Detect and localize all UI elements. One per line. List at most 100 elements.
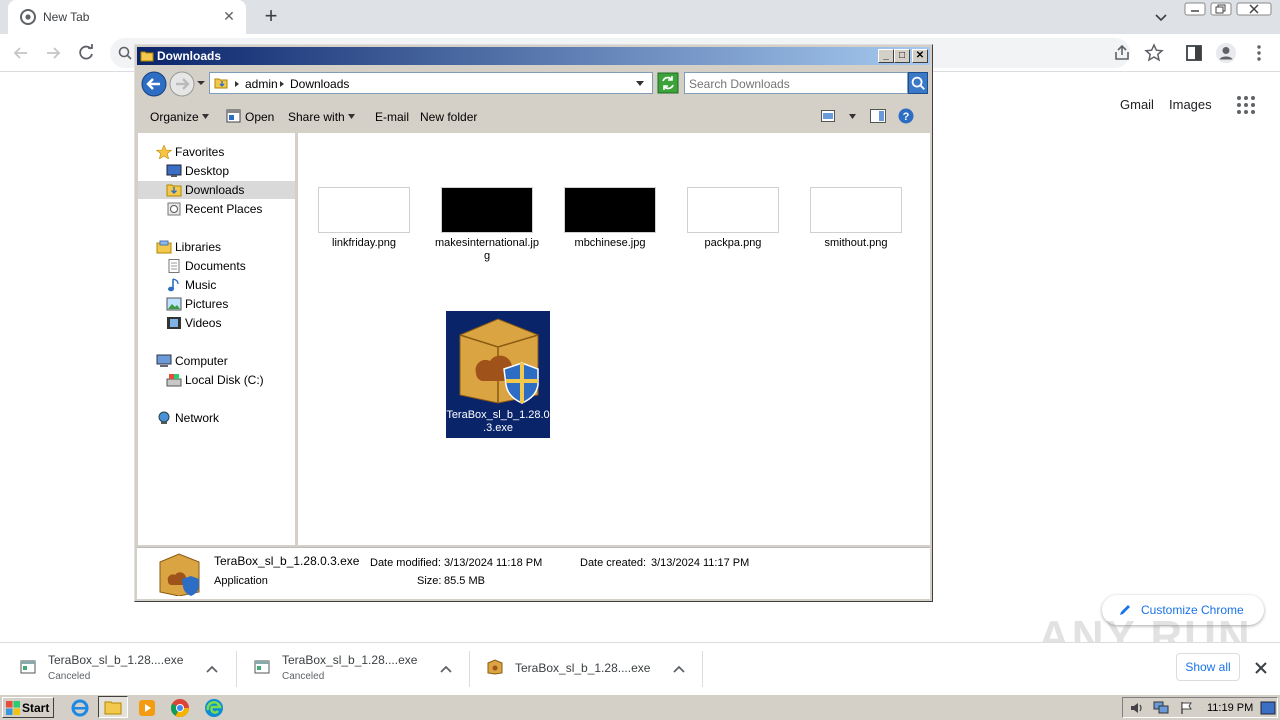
google-apps-grid-icon[interactable] — [1236, 95, 1256, 115]
file-name: TeraBox_sl_b_1.28.0.3.exe — [446, 409, 550, 434]
volume-icon[interactable] — [1129, 701, 1145, 715]
nav-network[interactable]: Network — [138, 409, 295, 427]
help-icon[interactable]: ? — [898, 108, 914, 124]
preview-pane-icon[interactable] — [870, 109, 886, 123]
search-icon[interactable] — [908, 72, 928, 94]
window-close-icon[interactable] — [1236, 2, 1272, 16]
breadcrumb-arrow-icon[interactable] — [234, 81, 240, 87]
view-options-dropdown-icon[interactable] — [849, 114, 856, 119]
nav-computer[interactable]: Computer — [138, 352, 295, 370]
nav-pictures[interactable]: Pictures — [138, 295, 295, 313]
bookmark-star-icon[interactable] — [1143, 42, 1165, 64]
reload-icon[interactable] — [75, 42, 97, 64]
tab-new-tab[interactable]: New Tab ✕ — [8, 0, 246, 34]
address-bar[interactable]: admin Downloads — [209, 72, 653, 94]
open-button[interactable]: Open — [245, 110, 274, 124]
search-downloads-input[interactable] — [689, 76, 899, 91]
chevron-up-icon[interactable] — [438, 661, 454, 677]
star-icon — [156, 145, 172, 159]
search-downloads-box[interactable] — [684, 72, 908, 94]
new-folder-button[interactable]: New folder — [420, 110, 477, 124]
organize-button[interactable]: Organize — [150, 110, 199, 124]
internet-explorer-icon[interactable] — [70, 698, 90, 718]
explorer-maximize-button[interactable]: □ — [894, 49, 910, 63]
recent-pages-dropdown-icon[interactable] — [197, 79, 205, 87]
file-name: makesinternational.jpg — [435, 237, 539, 262]
start-button[interactable]: Start — [2, 697, 54, 718]
explorer-minimize-button[interactable]: _ — [878, 49, 894, 63]
new-tab-button[interactable]: + — [258, 4, 284, 30]
tab-close-icon[interactable]: ✕ — [220, 7, 238, 25]
download-file-name: TeraBox_sl_b_1.28....exe — [48, 653, 184, 667]
chrome-icon[interactable] — [170, 698, 190, 718]
change-view-icon[interactable] — [821, 110, 835, 122]
tab-search-chevron-icon[interactable] — [1150, 6, 1172, 28]
address-dropdown-icon[interactable] — [636, 81, 644, 87]
details-created-value: 3/13/2024 11:17 PM — [651, 557, 750, 569]
nav-videos[interactable]: Videos — [138, 314, 295, 332]
explorer-window: Downloads _ □ ✕ admin Downloads Organize… — [134, 44, 933, 602]
restore-icon[interactable] — [1210, 2, 1232, 16]
nav-favorites[interactable]: Favorites — [138, 143, 295, 161]
breadcrumb-arrow-icon[interactable] — [279, 81, 285, 87]
nav-desktop[interactable]: Desktop — [138, 162, 295, 180]
forward-button-icon[interactable] — [169, 71, 195, 97]
download-item[interactable]: TeraBox_sl_b_1.28....exe — [467, 649, 697, 689]
edge-icon[interactable] — [204, 698, 224, 718]
show-all-button[interactable]: Show all — [1176, 653, 1240, 681]
file-item[interactable]: linkfriday.png — [312, 187, 416, 249]
profile-avatar-icon[interactable] — [1215, 42, 1237, 64]
taskbar-explorer-button[interactable] — [98, 696, 128, 718]
email-button[interactable]: E-mail — [375, 110, 409, 124]
organize-dropdown-icon[interactable] — [202, 114, 209, 119]
breadcrumb-downloads[interactable]: Downloads — [290, 77, 349, 91]
share-with-button[interactable]: Share with — [288, 110, 345, 124]
close-icon[interactable] — [1252, 659, 1270, 677]
nav-documents[interactable]: Documents — [138, 257, 295, 275]
show-desktop-icon[interactable] — [1260, 701, 1276, 715]
download-item[interactable]: TeraBox_sl_b_1.28....exe Canceled — [234, 649, 464, 689]
nav-label: Recent Places — [185, 202, 263, 216]
nav-downloads[interactable]: Downloads — [138, 181, 295, 199]
nav-music[interactable]: Music — [138, 276, 295, 294]
file-item[interactable]: smithout.png — [804, 187, 908, 249]
details-modified-value: 3/13/2024 11:18 PM — [444, 557, 543, 569]
explorer-title-bar[interactable]: Downloads _ □ ✕ — [137, 47, 930, 65]
side-panel-icon[interactable] — [1183, 42, 1205, 64]
file-item-terabox[interactable]: TeraBox_sl_b_1.28.0.3.exe — [446, 311, 550, 438]
nav-recent-places[interactable]: Recent Places — [138, 200, 295, 218]
file-item[interactable]: makesinternational.jpg — [435, 187, 539, 263]
download-file-name: TeraBox_sl_b_1.28....exe — [282, 653, 418, 667]
nav-label: Music — [185, 278, 217, 292]
chevron-up-icon[interactable] — [671, 661, 687, 677]
download-shelf: TeraBox_sl_b_1.28....exe Canceled TeraBo… — [0, 642, 1280, 694]
download-item[interactable]: TeraBox_sl_b_1.28....exe Canceled — [0, 649, 230, 689]
back-arrow-icon[interactable] — [10, 42, 32, 64]
network-icon — [158, 411, 170, 424]
file-item[interactable]: packpa.png — [681, 187, 785, 249]
gmail-link[interactable]: Gmail — [1120, 97, 1154, 112]
media-player-icon[interactable] — [137, 698, 157, 718]
share-with-dropdown-icon[interactable] — [348, 114, 355, 119]
window-title: Downloads — [157, 49, 222, 63]
minimize-icon[interactable] — [1184, 2, 1206, 16]
breadcrumb-admin[interactable]: admin — [245, 77, 278, 91]
chevron-up-icon[interactable] — [204, 661, 220, 677]
nav-libraries[interactable]: Libraries — [138, 238, 295, 256]
nav-local-disk[interactable]: Local Disk (C:) — [138, 371, 295, 389]
refresh-icon[interactable] — [657, 72, 679, 94]
back-button-icon[interactable] — [141, 71, 167, 97]
chrome-menu-icon[interactable] — [1248, 42, 1270, 64]
explorer-close-button[interactable]: ✕ — [912, 49, 928, 63]
forward-arrow-icon[interactable] — [42, 42, 64, 64]
action-center-flag-icon[interactable] — [1179, 701, 1195, 715]
share-icon[interactable] — [1111, 42, 1133, 64]
images-link[interactable]: Images — [1169, 97, 1212, 112]
details-file-name: TeraBox_sl_b_1.28.0.3.exe — [214, 554, 360, 568]
file-name: packpa.png — [704, 237, 762, 249]
desktop-icon — [166, 164, 182, 177]
network-tray-icon[interactable] — [1153, 701, 1169, 715]
taskbar-clock[interactable]: 11:19 PM — [1207, 702, 1253, 714]
computer-icon — [156, 354, 172, 367]
file-item[interactable]: mbchinese.jpg — [558, 187, 662, 249]
